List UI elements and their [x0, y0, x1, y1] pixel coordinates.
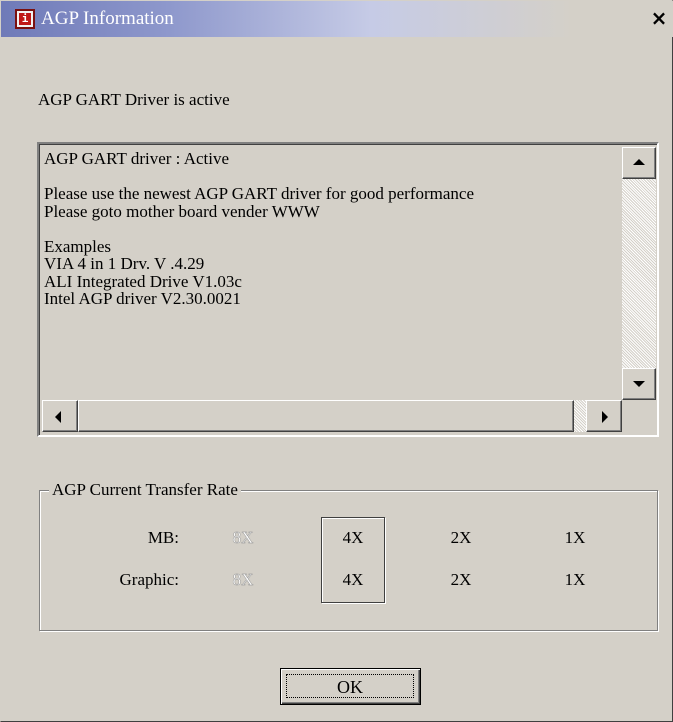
info-line: ALI Integrated Drive V1.03c	[44, 271, 242, 291]
scroll-right-button[interactable]	[586, 400, 622, 432]
horizontal-scroll-thumb[interactable]	[78, 400, 574, 432]
arrow-down-icon	[633, 381, 645, 387]
info-line	[44, 168, 622, 186]
info-line: AGP GART driver : Active	[44, 150, 230, 168]
mb-rate-1x: 1X	[564, 528, 586, 547]
info-text-content: AGP GART driver : Active Please use the …	[44, 150, 622, 394]
graphic-rate-4x: 4X	[342, 570, 364, 589]
scrollbar-corner	[622, 400, 656, 432]
info-line: VIA 4 in 1 Drv. V .4.29	[44, 254, 205, 273]
arrow-left-icon	[55, 411, 61, 423]
title-bar[interactable]: i AGP Information ×	[1, 1, 673, 37]
agp-information-dialog: i AGP Information × AGP GART Driver is a…	[0, 0, 673, 722]
scroll-left-button[interactable]	[42, 400, 78, 432]
info-line	[44, 220, 622, 238]
scroll-down-button[interactable]	[622, 368, 656, 400]
graphic-rate-2x: 2X	[450, 570, 472, 589]
info-line: Please use the newest AGP GART driver fo…	[44, 184, 475, 203]
mb-rate-2x: 2X	[450, 528, 472, 547]
graphic-label: Graphic:	[119, 570, 179, 589]
transfer-rate-group-label: AGP Current Transfer Rate	[49, 480, 241, 500]
window-title: AGP Information	[41, 8, 174, 29]
info-line: Please goto mother board vender WWW	[44, 201, 320, 221]
graphic-rate-1x: 1X	[564, 570, 586, 589]
ok-button-label: OK	[286, 674, 414, 698]
arrow-up-icon	[633, 159, 645, 165]
ok-button[interactable]: OK	[280, 668, 421, 705]
driver-status-label: AGP GART Driver is active	[38, 90, 230, 109]
vertical-scrollbar[interactable]	[622, 147, 656, 400]
scroll-up-button[interactable]	[622, 147, 656, 179]
close-icon[interactable]: ×	[647, 5, 671, 31]
info-text-box[interactable]: AGP GART driver : Active Please use the …	[37, 142, 659, 437]
graphic-rate-8x: 8X	[232, 570, 254, 589]
info-app-icon[interactable]: i	[15, 9, 35, 29]
mb-label: MB:	[147, 528, 179, 547]
mb-rate-4x: 4X	[342, 528, 364, 547]
mb-rate-8x: 8X	[232, 528, 254, 547]
info-line: Examples	[44, 236, 112, 256]
arrow-right-icon	[602, 411, 608, 423]
horizontal-scrollbar[interactable]	[42, 400, 622, 432]
info-line: Intel AGP driver V2.30.0021	[44, 289, 241, 308]
